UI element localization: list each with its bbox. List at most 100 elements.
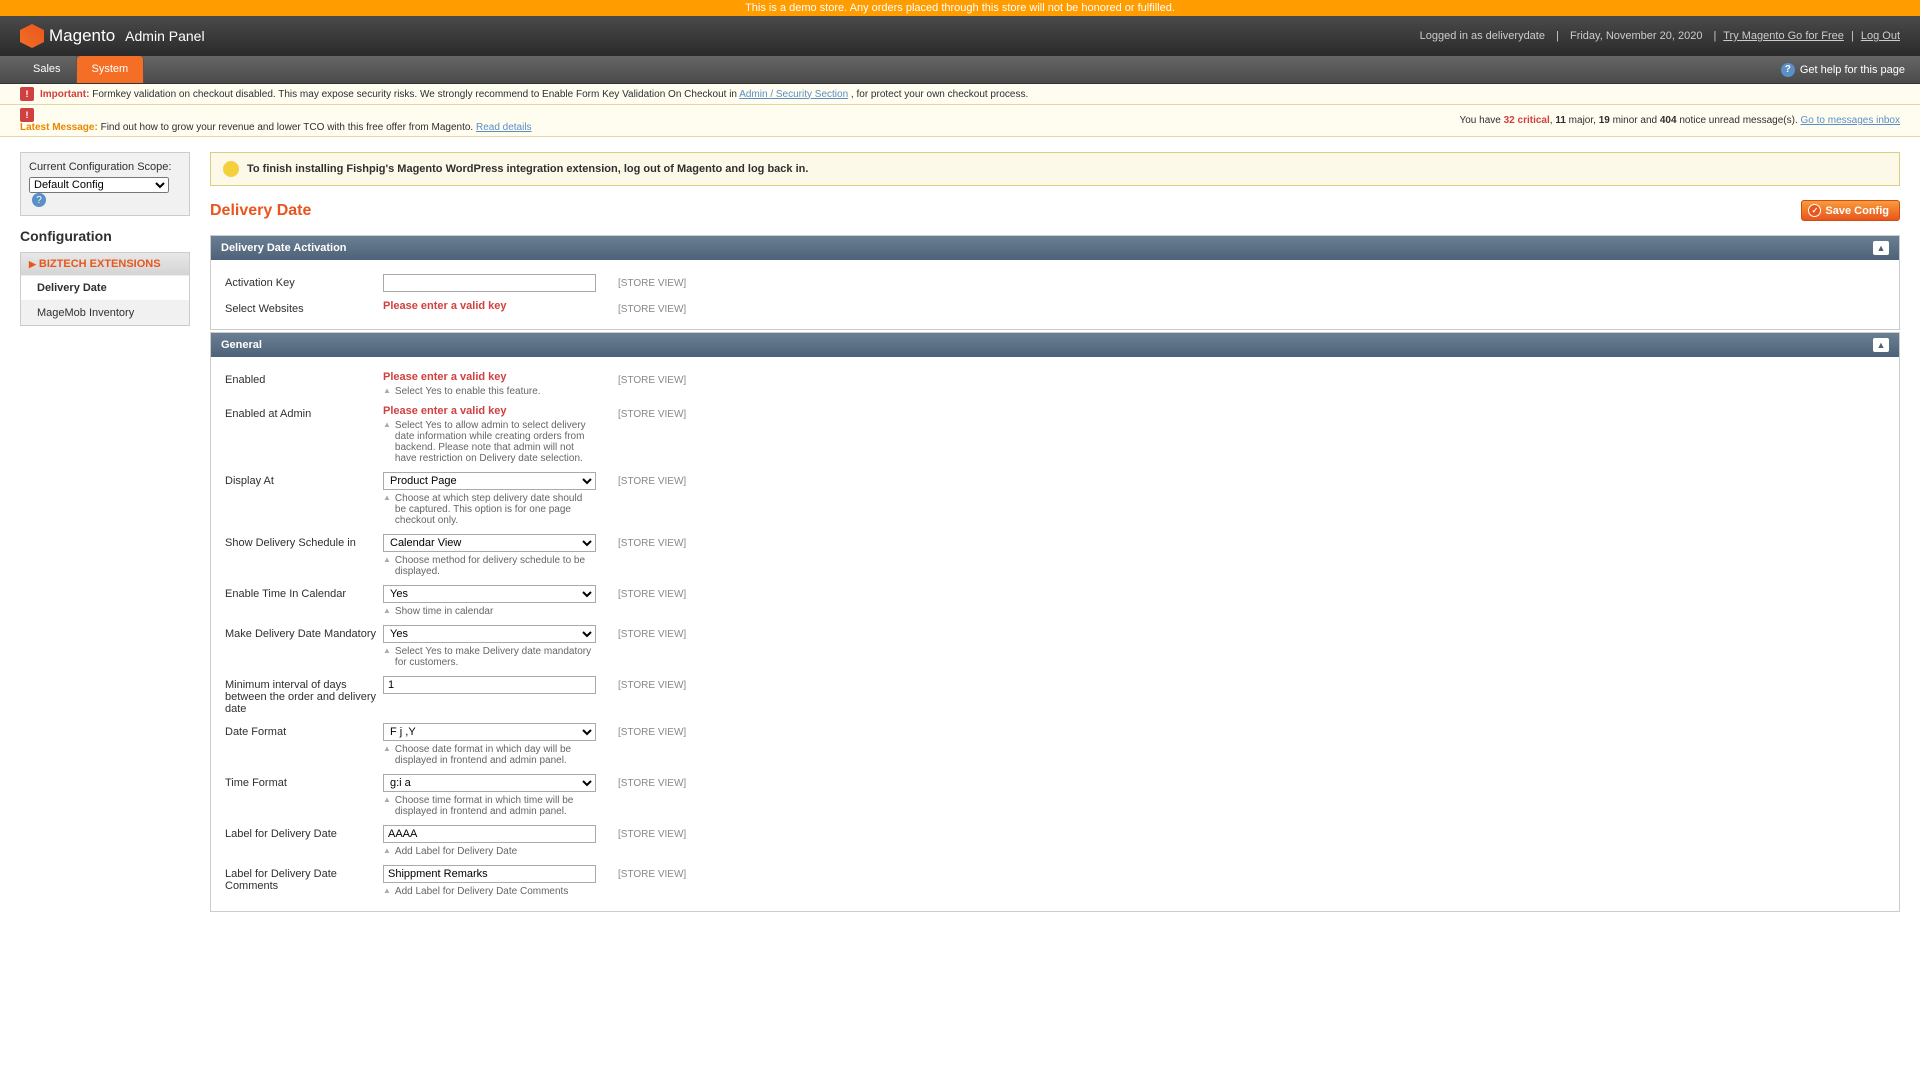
read-details-link[interactable]: Read details <box>476 122 532 133</box>
label-date-format: Date Format <box>225 723 383 738</box>
notice-count: 404 <box>1660 115 1677 126</box>
check-icon: ✓ <box>1808 204 1821 217</box>
scope-tag: [STORE VIEW] <box>618 274 686 289</box>
admin-security-link[interactable]: Admin / Security Section <box>739 89 848 100</box>
note-enable-time: Show time in calendar <box>395 606 493 617</box>
note-arrow-icon: ▲ <box>383 886 391 895</box>
panel-activation-head[interactable]: Delivery Date Activation ▲ <box>211 236 1899 260</box>
sidebar-section: ▶ BIZTECH EXTENSIONS Delivery Date MageM… <box>20 252 190 326</box>
save-config-button[interactable]: ✓ Save Config <box>1801 200 1900 221</box>
latest-bar: ! Latest Message: Find out how to grow y… <box>0 105 1920 137</box>
scope-help-icon[interactable]: ? <box>32 193 46 207</box>
important-label: Important: <box>40 89 89 100</box>
scope-tag: [STORE VIEW] <box>618 472 686 487</box>
note-display-at: Choose at which step delivery date shoul… <box>395 493 596 526</box>
important-bar: ! Important: Formkey validation on check… <box>0 84 1920 105</box>
header: Magento Admin Panel Logged in as deliver… <box>0 16 1920 56</box>
input-delivery-date-label[interactable] <box>383 825 596 843</box>
minor-count: 19 <box>1599 115 1610 126</box>
collapse-icon: ▲ <box>1873 338 1889 352</box>
help-icon: ? <box>1781 63 1795 77</box>
note-label-date: Add Label for Delivery Date <box>395 846 517 857</box>
sidebar-item-delivery-date[interactable]: Delivery Date <box>21 275 189 300</box>
label-min-interval: Minimum interval of days between the ord… <box>225 676 383 715</box>
select-schedule[interactable]: Calendar View <box>383 534 596 552</box>
scope-tag: [STORE VIEW] <box>618 585 686 600</box>
input-comments-label[interactable] <box>383 865 596 883</box>
scope-tag: [STORE VIEW] <box>618 625 686 640</box>
select-mandatory[interactable]: Yes <box>383 625 596 643</box>
main: To finish installing Fishpig's Magento W… <box>210 152 1900 914</box>
warning-icon: ! <box>20 108 34 122</box>
separator: | <box>1851 30 1854 42</box>
nav-tab-system[interactable]: System <box>77 56 145 83</box>
panel-general-head[interactable]: General ▲ <box>211 333 1899 357</box>
latest-label: Latest Message: <box>20 122 98 133</box>
page-title: Delivery Date <box>210 202 311 220</box>
select-time-format[interactable]: g:i a <box>383 774 596 792</box>
nav-tab-sales[interactable]: Sales <box>18 56 77 83</box>
section-header[interactable]: ▶ BIZTECH EXTENSIONS <box>21 253 189 275</box>
panel-activation: Delivery Date Activation ▲ Activation Ke… <box>210 235 1900 330</box>
label-enabled: Enabled <box>225 371 383 386</box>
label-mandatory: Make Delivery Date Mandatory <box>225 625 383 640</box>
bulb-icon <box>223 161 239 177</box>
label-schedule: Show Delivery Schedule in <box>225 534 383 549</box>
label-enabled-admin: Enabled at Admin <box>225 405 383 420</box>
scope-tag: [STORE VIEW] <box>618 371 686 386</box>
input-activation-key[interactable] <box>383 274 596 292</box>
scope-tag: [STORE VIEW] <box>618 405 686 420</box>
notice-text: To finish installing Fishpig's Magento W… <box>247 163 808 175</box>
latest-text: Find out how to grow your revenue and lo… <box>101 122 476 133</box>
note-arrow-icon: ▲ <box>383 386 391 395</box>
important-text: Formkey validation on checkout disabled.… <box>92 89 739 100</box>
logout-link[interactable]: Log Out <box>1861 30 1900 42</box>
note-arrow-icon: ▲ <box>383 555 391 564</box>
demo-notice: This is a demo store. Any orders placed … <box>0 0 1920 16</box>
inbox-summary: You have 32 critical, 11 major, 19 minor… <box>1459 115 1900 126</box>
error-enabled: Please enter a valid key <box>383 371 507 383</box>
try-magento-link[interactable]: Try Magento Go for Free <box>1723 30 1844 42</box>
help-text: Get help for this page <box>1800 64 1905 76</box>
scope-tag: [STORE VIEW] <box>618 774 686 789</box>
select-date-format[interactable]: F j ,Y <box>383 723 596 741</box>
label-activation-key: Activation Key <box>225 274 383 289</box>
scope-tag: [STORE VIEW] <box>618 676 686 691</box>
panel-general: General ▲ Enabled Please enter a valid k… <box>210 332 1900 912</box>
select-enable-time[interactable]: Yes <box>383 585 596 603</box>
collapse-icon: ▲ <box>1873 241 1889 255</box>
sidebar-item-magemob[interactable]: MageMob Inventory <box>21 300 189 325</box>
separator: | <box>1714 30 1717 42</box>
input-min-interval[interactable] <box>383 676 596 694</box>
note-enabled: Select Yes to enable this feature. <box>395 386 541 397</box>
help-link[interactable]: ? Get help for this page <box>1766 56 1920 83</box>
major-count: 11 <box>1555 115 1566 126</box>
error-enabled-admin: Please enter a valid key <box>383 405 507 417</box>
label-delivery-date-label: Label for Delivery Date <box>225 825 383 840</box>
separator: | <box>1556 30 1559 42</box>
note-arrow-icon: ▲ <box>383 646 391 655</box>
logo: Magento Admin Panel <box>20 24 205 48</box>
messages-inbox-link[interactable]: Go to messages inbox <box>1801 115 1901 126</box>
logo-brand: Magento <box>49 26 115 46</box>
scope-select[interactable]: Default Config <box>29 177 169 193</box>
scope-tag: [STORE VIEW] <box>618 865 686 880</box>
warning-icon: ! <box>20 87 34 101</box>
logged-in-text: Logged in as deliverydate <box>1420 30 1545 42</box>
label-enable-time: Enable Time In Calendar <box>225 585 383 600</box>
scope-tag: [STORE VIEW] <box>618 300 686 315</box>
note-enabled-admin: Select Yes to allow admin to select deli… <box>395 420 596 464</box>
select-display-at[interactable]: Product Page <box>383 472 596 490</box>
scope-tag: [STORE VIEW] <box>618 723 686 738</box>
config-title: Configuration <box>20 228 190 244</box>
chevron-right-icon: ▶ <box>29 259 36 270</box>
important-text-post: , for protect your own checkout process. <box>851 89 1028 100</box>
note-schedule: Choose method for delivery schedule to b… <box>395 555 596 577</box>
nav-bar: Sales System ? Get help for this page <box>0 56 1920 84</box>
scope-tag: [STORE VIEW] <box>618 534 686 549</box>
note-arrow-icon: ▲ <box>383 846 391 855</box>
error-select-websites: Please enter a valid key <box>383 300 507 312</box>
note-arrow-icon: ▲ <box>383 744 391 753</box>
install-notice: To finish installing Fishpig's Magento W… <box>210 152 1900 186</box>
content: Current Configuration Scope: Default Con… <box>0 137 1920 929</box>
